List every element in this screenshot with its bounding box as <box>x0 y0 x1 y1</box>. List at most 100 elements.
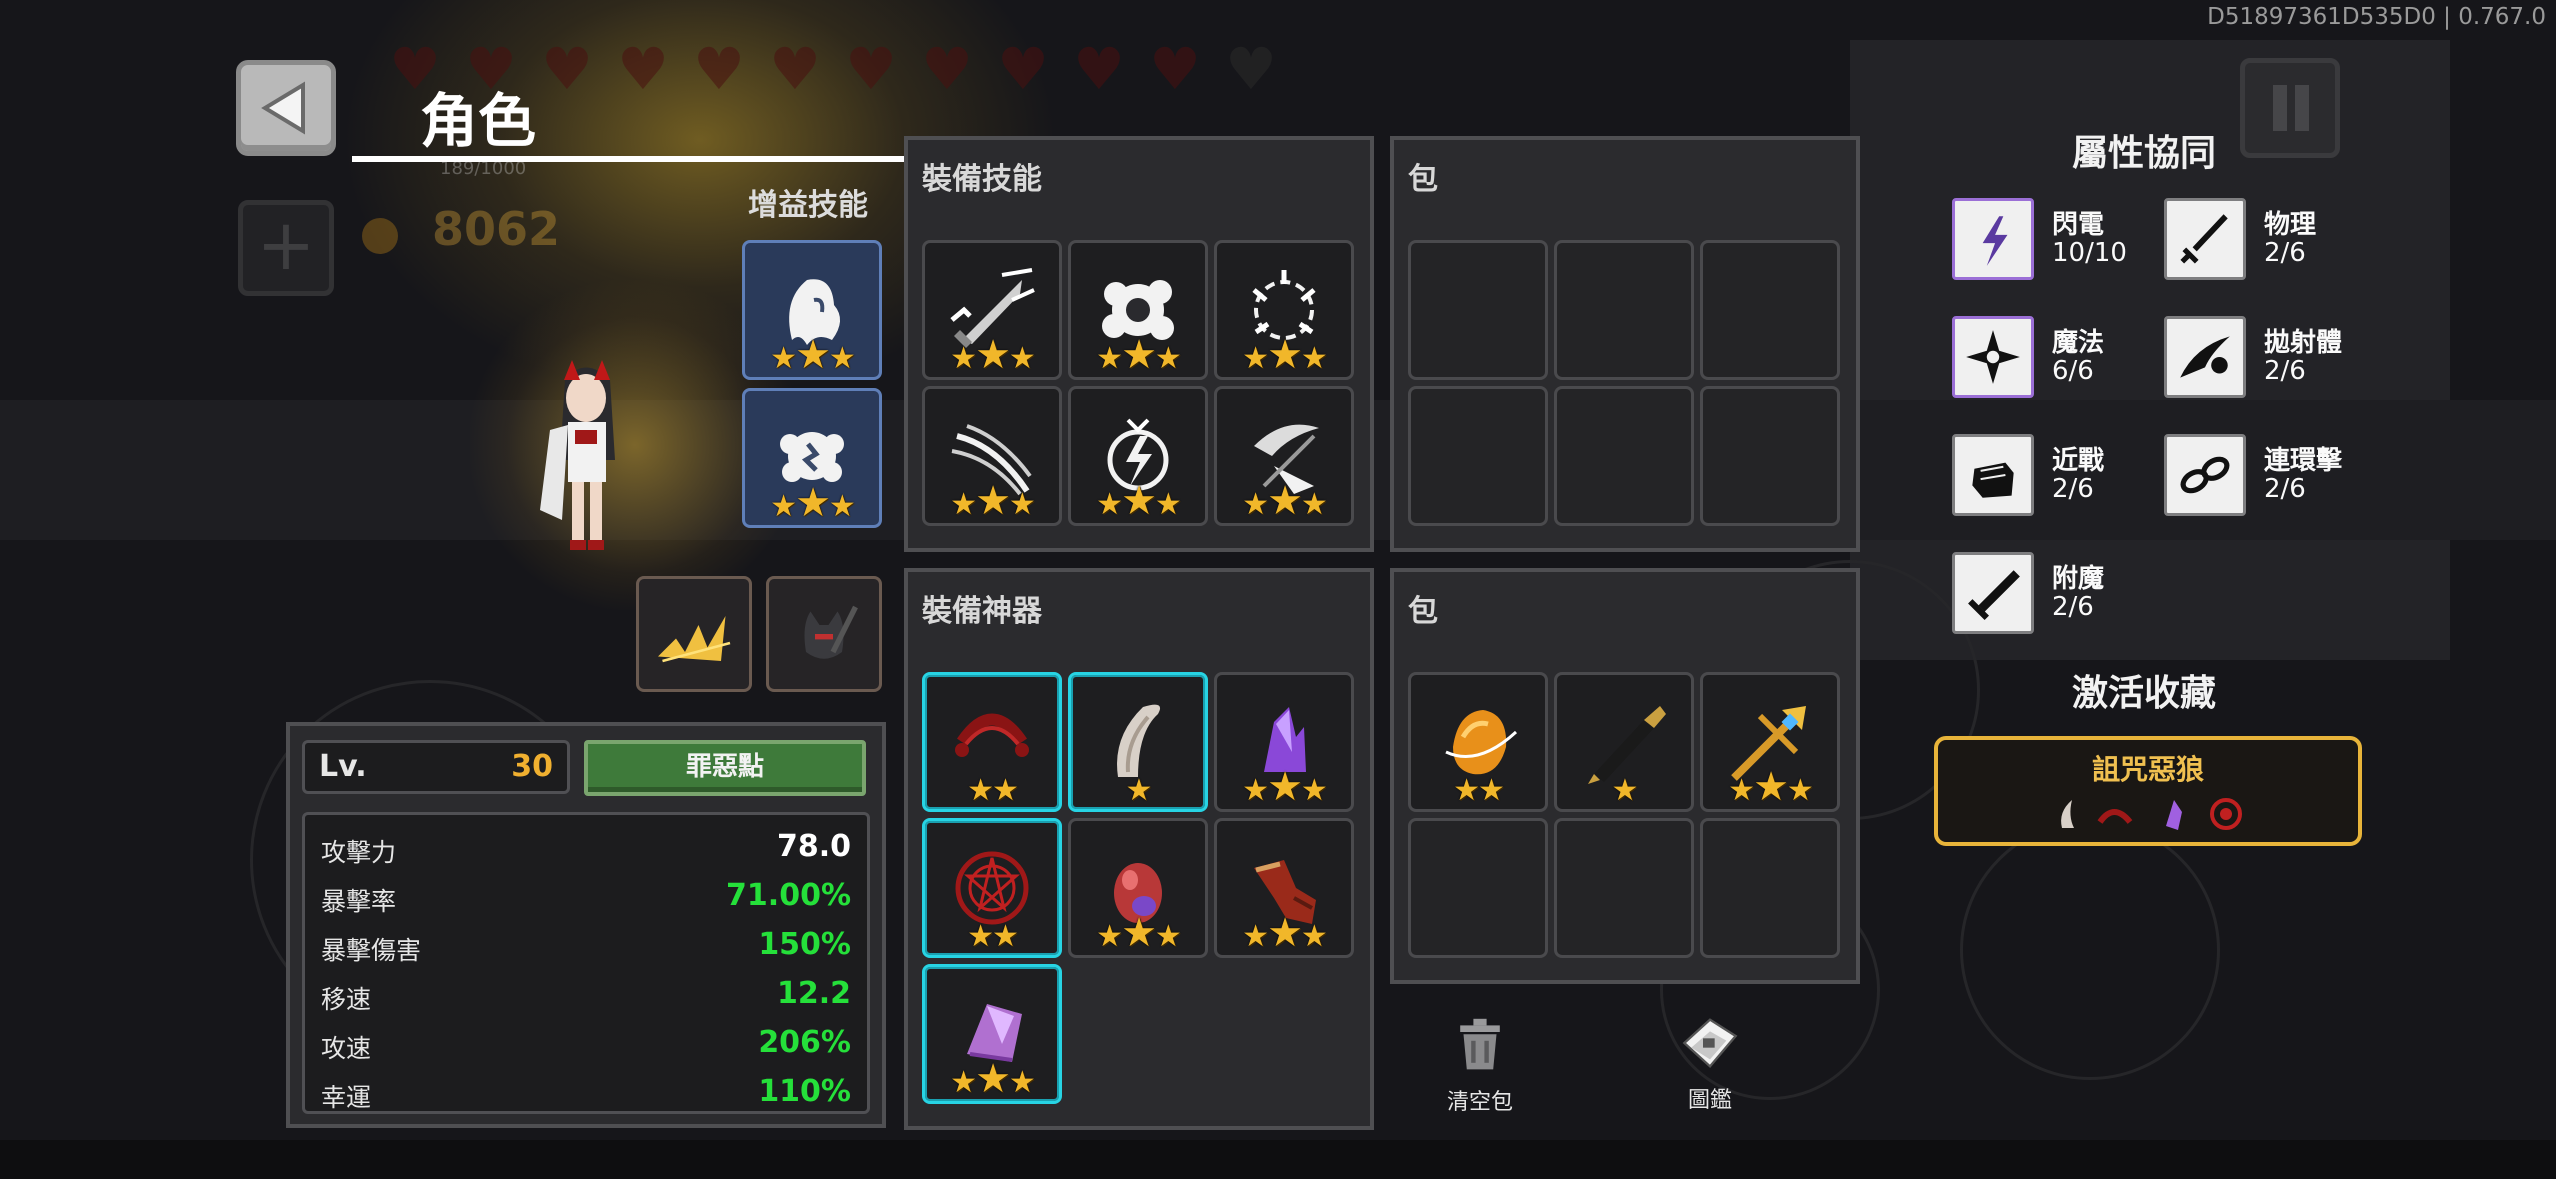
star-rating: ★ <box>1611 773 1639 808</box>
codex-label: 圖鑑 <box>1687 1088 1732 1113</box>
stat-value: 12.2 <box>776 976 851 1011</box>
stat-label: 攻速 <box>321 1034 372 1063</box>
buff-skill-slot[interactable]: ★★★ <box>742 388 882 528</box>
synergy-enchant-sword-icon[interactable] <box>1952 552 2034 634</box>
collection-set-card[interactable]: 詛咒惡狼 <box>1934 736 2362 846</box>
synergy-sword-icon[interactable] <box>2164 198 2246 280</box>
synergy-name: 閃電 <box>2052 210 2105 240</box>
background-floor <box>0 1140 2556 1179</box>
golden-spikes-icon <box>658 616 731 663</box>
star-rating: ★★ <box>1453 773 1505 808</box>
empty-slot[interactable] <box>1700 240 1840 380</box>
star-rating: ★★★ <box>1242 478 1328 524</box>
heart-icon: ♥ <box>1225 35 1277 103</box>
item-slot[interactable]: ★★ <box>922 818 1062 958</box>
magic-star-icon <box>1966 330 2020 384</box>
item-slot[interactable]: ★★★ <box>922 240 1062 380</box>
level-value: 30 <box>511 749 553 784</box>
skill-bag-title: 包 <box>1408 162 1438 197</box>
pause-button[interactable] <box>2240 58 2340 158</box>
stats-list: 攻擊力 78.0 暴擊率 71.00% 暴擊傷害 150% 移速 12.2 攻速 206% 幸運 11… <box>302 812 870 1114</box>
empty-slot[interactable] <box>1408 818 1548 958</box>
item-slot[interactable]: ★★★ <box>1214 386 1354 526</box>
weapon-slot[interactable] <box>636 576 752 692</box>
back-button[interactable] <box>236 60 336 156</box>
stat-label: 幸運 <box>321 1083 372 1112</box>
star-rating: ★★ <box>967 919 1019 954</box>
star-rating: ★★★ <box>1242 332 1328 378</box>
star-rating: ★★★ <box>770 480 856 526</box>
synergy-name: 附魔 <box>2052 564 2105 594</box>
item-slot[interactable]: ★★★ <box>1068 818 1208 958</box>
heart-icon: ♥ <box>845 35 897 103</box>
item-slot[interactable]: ★★ <box>922 672 1062 812</box>
empty-slot[interactable] <box>1408 386 1548 526</box>
shadow-pet-icon <box>804 605 858 659</box>
empty-slot[interactable] <box>1554 818 1694 958</box>
heart-icon: ♥ <box>693 35 745 103</box>
stat-label: 暴擊率 <box>321 887 397 916</box>
synergy-projectile-icon[interactable] <box>2164 316 2246 398</box>
stat-label: 移速 <box>321 985 372 1014</box>
pause-icon <box>2273 85 2287 131</box>
fist-icon <box>1972 462 2014 498</box>
stat-value: 150% <box>758 927 851 962</box>
stat-value: 71.00% <box>726 878 851 913</box>
synergy-count: 10/10 <box>2052 238 2127 268</box>
equipped-skills-panel: 裝備技能 ★★★ ★★★ ★★★ ★★★ ★★★ ★★★ <box>904 136 1374 552</box>
synergy-count: 2/6 <box>2264 474 2306 504</box>
artifact-bag-title: 包 <box>1408 594 1438 629</box>
trash-icon <box>1460 1018 1500 1070</box>
stat-value: 110% <box>758 1074 851 1109</box>
empty-slot[interactable] <box>1700 386 1840 526</box>
background-joystick-ring <box>1960 820 2220 1080</box>
star-rating: ★★★ <box>1728 764 1814 810</box>
synergy-count: 2/6 <box>2264 238 2306 268</box>
add-button[interactable]: + <box>238 200 334 296</box>
empty-slot[interactable] <box>1554 386 1694 526</box>
synergy-title: 屬性協同 <box>2072 133 2217 174</box>
synergy-name: 近戰 <box>2052 446 2105 476</box>
item-slot[interactable]: ★★ <box>1408 672 1548 812</box>
item-slot[interactable]: ★ <box>1068 672 1208 812</box>
chain-icon <box>2180 456 2230 494</box>
clear-bag-button[interactable]: 清空包 <box>1420 1010 1540 1130</box>
synergy-magic-star-icon[interactable] <box>1952 316 2034 398</box>
synergy-lightning-icon[interactable] <box>1952 198 2034 280</box>
empty-slot[interactable] <box>1554 240 1694 380</box>
projectile-icon <box>2180 336 2230 378</box>
buff-skill-slot[interactable]: ★★★ <box>742 240 882 380</box>
level-label: Lv. <box>319 749 367 784</box>
star-rating: ★★★ <box>770 332 856 378</box>
synergy-fist-icon[interactable] <box>1952 434 2034 516</box>
stat-value: 78.0 <box>776 829 851 864</box>
sin-points-button[interactable]: 罪惡點 <box>584 740 866 796</box>
gold-amount: 8062 <box>432 202 561 256</box>
item-slot[interactable]: ★★★ <box>922 964 1062 1104</box>
heart-icon: ♥ <box>769 35 821 103</box>
item-slot[interactable]: ★★★ <box>1700 672 1840 812</box>
codex-button[interactable]: 圖鑑 <box>1650 1008 1770 1128</box>
empty-slot[interactable] <box>1408 240 1548 380</box>
item-slot[interactable]: ★★★ <box>1068 240 1208 380</box>
equipped-artifacts-title: 裝備神器 <box>922 594 1042 629</box>
character-stats-panel: Lv. 30 罪惡點 攻擊力 78.0 暴擊率 71.00% 暴擊傷害 150% 移速 12.… <box>286 722 886 1128</box>
stat-label: 暴擊傷害 <box>321 936 422 965</box>
sword-icon <box>2180 214 2228 264</box>
item-slot[interactable]: ★★★ <box>922 386 1062 526</box>
heart-icon: ♥ <box>1073 35 1125 103</box>
item-slot[interactable]: ★ <box>1554 672 1694 812</box>
item-slot[interactable]: ★★★ <box>1068 386 1208 526</box>
synergy-name: 拋射體 <box>2264 328 2343 358</box>
item-slot[interactable]: ★★★ <box>1214 240 1354 380</box>
star-rating: ★★★ <box>950 478 1036 524</box>
collection-set-items <box>2061 798 2242 830</box>
synergy-count: 2/6 <box>2052 474 2094 504</box>
empty-slot[interactable] <box>1700 818 1840 958</box>
item-slot[interactable]: ★★★ <box>1214 672 1354 812</box>
synergy-count: 2/6 <box>2264 356 2306 386</box>
star-rating: ★★★ <box>1096 910 1182 956</box>
synergy-chain-icon[interactable] <box>2164 434 2246 516</box>
item-slot[interactable]: ★★★ <box>1214 818 1354 958</box>
pet-slot[interactable] <box>766 576 882 692</box>
